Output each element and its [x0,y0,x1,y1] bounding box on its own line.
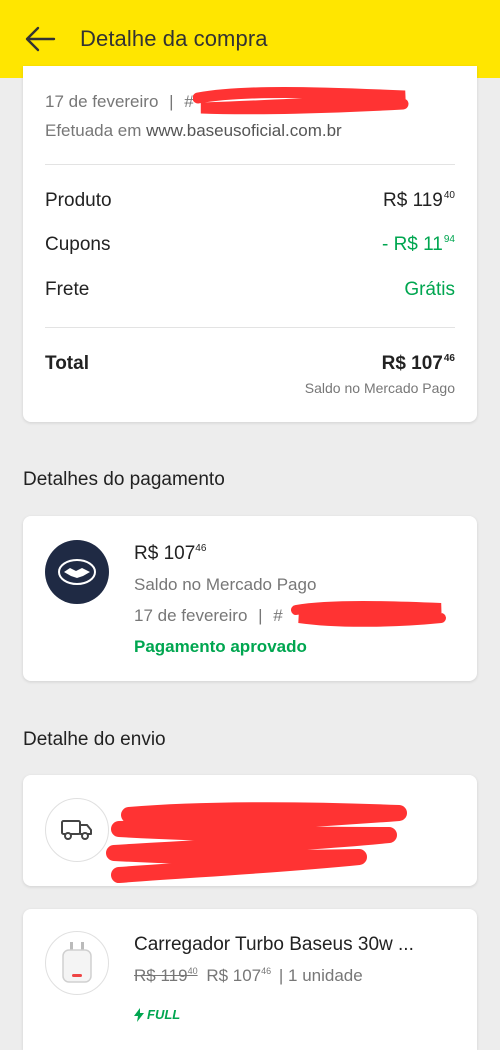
arrow-left-icon [25,26,56,52]
redaction-mark [193,87,409,115]
product-card[interactable]: Carregador Turbo Baseus 30w ... R$ 11940… [23,909,477,1050]
payment-date: 17 de fevereiro [134,606,248,625]
payment-date-line: 17 de fevereiro | # [134,606,283,626]
purchase-date: 17 de fevereiro [45,92,159,111]
redaction-mark [291,601,446,627]
coupon-price: - R$ 1194 [382,234,455,256]
old-price: R$ 11940 [134,966,198,985]
coupon-label: Cupons [45,234,111,255]
separator: | [169,92,174,111]
divider [45,327,455,328]
old-price-int: R$ 119 [134,966,188,985]
payment-amount-int: R$ 107 [134,543,196,564]
purchase-summary-card: 17 de fevereiro | # Efetuada em www.base… [23,66,477,422]
payment-amount-dec: 46 [195,543,207,554]
shipping-label: Frete [45,279,90,300]
payment-status: Pagamento aprovado [134,637,307,656]
total-label: Total [45,353,89,374]
page-title: Detalhe da compra [80,26,268,51]
divider [45,164,455,165]
charger-icon [62,942,92,983]
total-price: R$ 10746 [382,353,455,375]
coupon-row: Cupons - R$ 1194 [45,234,455,256]
total-payment-method: Saldo no Mercado Pago [304,380,455,396]
payment-method: Saldo no Mercado Pago [134,575,317,594]
shipping-card[interactable] [23,775,477,886]
payment-section-title: Detalhes do pagamento [23,469,225,490]
total-price-int: R$ 107 [381,353,443,374]
full-badge: FULL [134,1007,180,1022]
mercado-pago-handshake-icon [45,540,109,604]
new-price: R$ 10746 [206,966,271,985]
payment-amount: R$ 10746 [134,543,206,565]
product-label: Produto [45,190,112,211]
new-price-int: R$ 107 [206,966,262,985]
shipping-section-title: Detalhe do envio [23,729,166,750]
product-row: Produto R$ 11940 [45,190,455,212]
coupon-price-int: - R$ 11 [381,234,443,255]
payment-order-number: # [273,606,283,625]
product-price-int: R$ 119 [383,190,443,211]
made-at-label: Efetuada em [45,121,147,140]
shipping-row: Frete Grátis [45,279,455,301]
store-link[interactable]: www.baseusoficial.com.br [146,121,342,140]
product-price-dec: 40 [443,190,455,201]
lightning-icon [134,1007,144,1022]
full-label: FULL [147,1007,181,1022]
old-price-dec: 40 [187,966,198,976]
product-title[interactable]: Carregador Turbo Baseus 30w ... [134,934,414,956]
shipping-value: Grátis [404,279,455,300]
total-price-dec: 46 [443,353,455,364]
purchase-date-line: 17 de fevereiro | # [45,92,194,112]
product-price-line: R$ 11940 R$ 10746 | 1 unidade [134,966,363,986]
store-line: Efetuada em www.baseusoficial.com.br [45,121,342,141]
payment-card[interactable]: R$ 10746 Saldo no Mercado Pago 17 de fev… [23,516,477,681]
coupon-price-dec: 94 [443,234,455,245]
product-thumbnail [45,931,109,995]
product-quantity: | 1 unidade [278,966,363,985]
product-price: R$ 11940 [383,190,455,212]
new-price-dec: 46 [261,966,272,976]
redaction-mark [106,802,407,883]
total-row: Total R$ 10746 [45,353,455,375]
separator: | [258,606,263,625]
